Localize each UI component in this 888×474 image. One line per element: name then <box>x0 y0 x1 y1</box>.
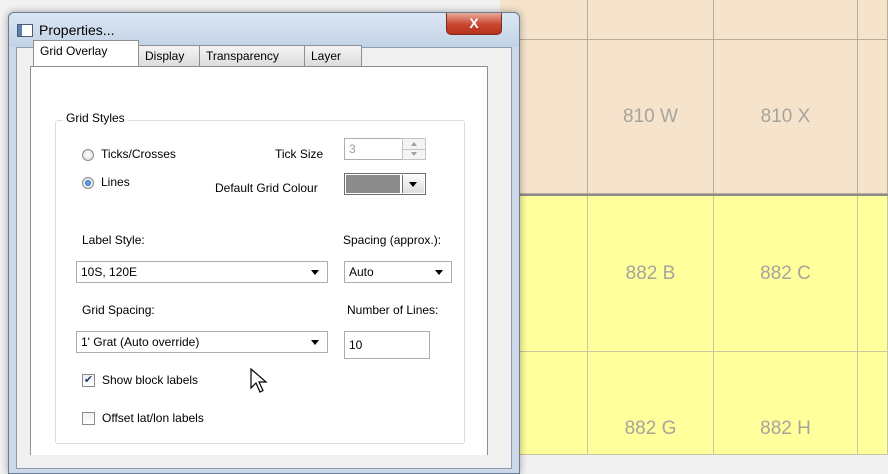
map-cell-label: 810 W <box>623 105 678 127</box>
grid-spacing-value: 1' Grat (Auto override) <box>81 335 200 349</box>
map-cell <box>858 352 888 455</box>
map-cell <box>714 0 858 40</box>
chevron-down-icon <box>435 270 443 275</box>
tab-layer[interactable]: Layer <box>304 45 362 66</box>
number-of-lines-label: Number of Lines: <box>347 303 439 317</box>
chevron-down-icon <box>311 340 319 345</box>
map-cell-label: 882 H <box>760 418 811 439</box>
map-cell <box>858 40 888 194</box>
tick-size-spinner[interactable] <box>402 138 426 160</box>
map-cell-882h: 882 H <box>714 352 858 455</box>
map-block-boundary <box>500 194 888 196</box>
map-cell-882g: 882 G <box>588 352 714 455</box>
tab-label: Display <box>145 49 185 63</box>
radio-ticks-crosses-label: Ticks/Crosses <box>101 147 176 161</box>
default-grid-colour-label: Default Grid Colour <box>215 181 318 195</box>
offset-latlon-labels-checkbox[interactable] <box>82 412 95 425</box>
label-style-select[interactable]: 10S, 120E <box>76 261 328 283</box>
label-style-value: 10S, 120E <box>81 265 138 279</box>
map-cell-882c: 882 C <box>714 196 858 352</box>
chevron-down-icon <box>311 270 319 275</box>
map-cell-882b: 882 B <box>588 196 714 352</box>
window-icon <box>17 24 33 37</box>
tab-label: Transparency <box>206 49 279 63</box>
tab-label: Layer <box>311 49 342 63</box>
tick-size-value: 3 <box>349 142 356 156</box>
radio-lines[interactable] <box>82 177 94 189</box>
number-of-lines-input[interactable]: 10 <box>344 331 430 359</box>
radio-ticks-crosses[interactable] <box>82 149 94 161</box>
tab-transparency[interactable]: Transparency <box>199 45 305 66</box>
show-block-labels-checkbox[interactable]: ✔ <box>82 374 95 387</box>
map-cell-label: 882 G <box>624 418 677 439</box>
tab-label: Grid Overlay <box>40 44 108 58</box>
number-of-lines-value: 10 <box>349 338 363 352</box>
checkmark-icon: ✔ <box>83 374 94 386</box>
offset-latlon-labels-label: Offset lat/lon labels <box>102 411 204 425</box>
show-block-labels-label: Show block labels <box>102 373 199 387</box>
mouse-pointer-icon <box>250 368 268 393</box>
map-cell-label: 810 X <box>760 105 811 127</box>
spin-down-icon[interactable] <box>403 149 425 159</box>
tab-display[interactable]: Display <box>138 45 200 66</box>
tab-grid-overlay[interactable]: Grid Overlay <box>33 40 139 66</box>
colour-swatch <box>346 175 400 193</box>
map-cell-810w: 810 W <box>588 40 714 194</box>
map-cell <box>588 0 714 40</box>
map-cell-label: 882 B <box>625 262 676 284</box>
window-title: Properties... <box>39 22 115 38</box>
map-cell-label: 882 C <box>760 262 811 284</box>
grid-spacing-label: Grid Spacing: <box>82 303 155 317</box>
spacing-approx-label: Spacing (approx.): <box>343 233 442 247</box>
map-cell <box>858 196 888 352</box>
grid-spacing-select[interactable]: 1' Grat (Auto override) <box>76 331 328 353</box>
chevron-down-icon <box>409 182 417 187</box>
radio-lines-label: Lines <box>101 175 130 189</box>
label-style-label: Label Style: <box>82 233 145 247</box>
spacing-value: Auto <box>349 265 374 279</box>
default-grid-colour-picker[interactable] <box>344 173 426 195</box>
map-cell-810x: 810 X <box>714 40 858 194</box>
grid-styles-group-label: Grid Styles <box>63 111 128 125</box>
close-button[interactable]: X <box>446 13 502 35</box>
tick-size-label: Tick Size <box>275 147 324 161</box>
spacing-select[interactable]: Auto <box>344 261 452 283</box>
colour-dropdown-button[interactable] <box>402 175 424 193</box>
map-cell <box>858 0 888 40</box>
close-icon: X <box>469 15 479 31</box>
